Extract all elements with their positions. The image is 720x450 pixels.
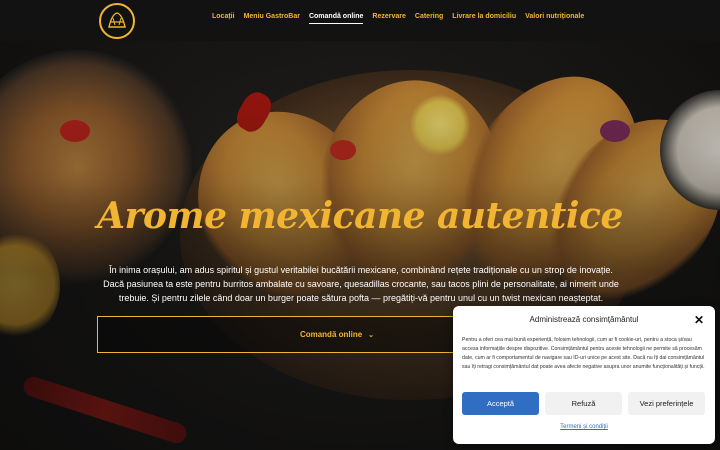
consent-body-text: Pentru a oferi cea mai bună experiență, … (462, 337, 705, 370)
hero-headline: Arome mexicane autentice (97, 195, 623, 237)
refuse-button[interactable]: Refuză (545, 392, 622, 415)
close-icon[interactable]: ✕ (694, 313, 704, 327)
consent-title: Administrează consimțământul (529, 315, 639, 324)
restaurant-logo-icon[interactable] (99, 3, 135, 39)
accept-button[interactable]: Acceptă (462, 392, 539, 415)
nav-item-meniu-gastrobar[interactable]: Meniu GastroBar (244, 13, 300, 24)
nav-item-catering[interactable]: Catering (415, 13, 443, 24)
hero-intro-text: În inima orașului, am adus spiritul și g… (103, 265, 619, 303)
terms-link[interactable]: Termeni și condiții (453, 424, 715, 430)
order-online-label: Comandă online (299, 330, 363, 339)
nav-item-valori-nutritionale[interactable]: Valori nutriționale (525, 13, 584, 24)
nav-item-comanda-online[interactable]: Comandă online (308, 13, 364, 24)
site-header: Locații Meniu GastroBar Comandă online R… (0, 0, 720, 41)
chevron-down-icon: ⌄ (368, 331, 375, 339)
view-preferences-button[interactable]: Vezi preferințele (628, 392, 705, 415)
nav-item-locatii[interactable]: Locații (212, 13, 235, 24)
cookie-consent-dialog: Administrează consimțământul ✕ Pentru a … (453, 306, 715, 444)
main-navigation: Locații Meniu GastroBar Comandă online R… (212, 13, 584, 24)
nav-item-livrare[interactable]: Livrare la domiciliu (452, 13, 516, 24)
restaurant-logo-mark (108, 12, 126, 28)
nav-item-rezervare[interactable]: Rezervare (372, 13, 405, 24)
